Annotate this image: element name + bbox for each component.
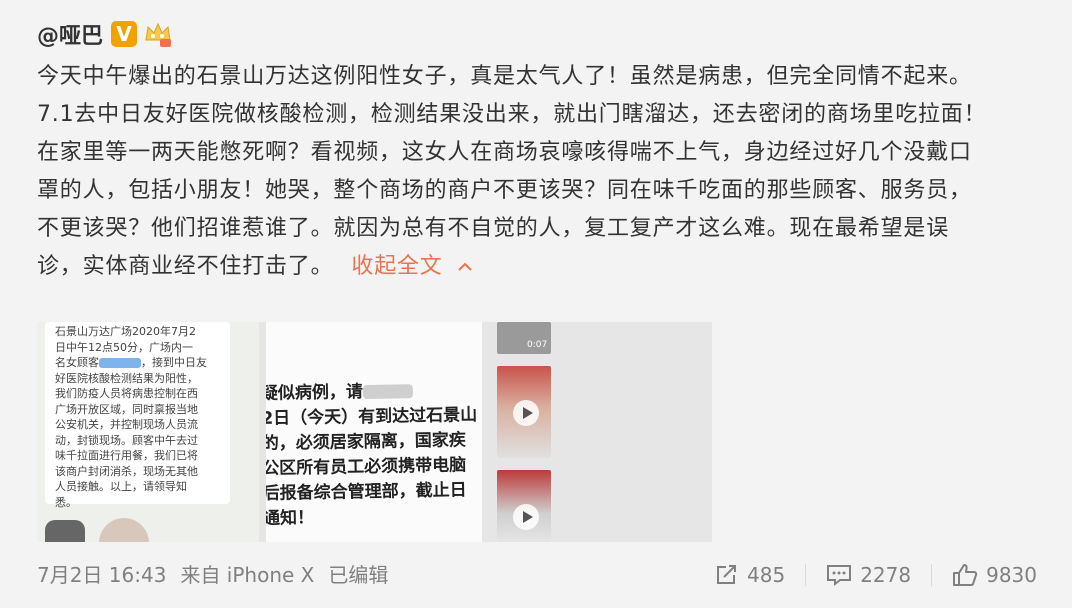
repost-count: 485 [747, 563, 786, 587]
photo-fragment [45, 520, 85, 542]
image-gallery: 石景山万达广场2020年7月2 日中午12点50分，广场内一 名女顾客 ，接到中日… [37, 322, 712, 542]
memo-line: 2日（今天）有到达过石景山 [266, 405, 478, 429]
post-line: 在家里等一两天能憋死啊？看视频，这女人在商场哀嚎咳得喘不上气，身边经过好几个没戴… [37, 140, 972, 165]
memo-line: 疑似病例，请 [266, 378, 477, 407]
post-line: 不更该哭？他们招谁惹谁了。就因为总有不自觉的人，复工复产才这么难。现在最希望是误 [37, 216, 950, 241]
video-duration: 0:07 [527, 340, 548, 350]
notice-line: 名女顾客 ，接到中日友 [55, 355, 220, 371]
notice-line: 石景山万达广场2020年7月2 [55, 325, 196, 338]
play-icon[interactable] [513, 400, 539, 426]
post-line: 7.1去中日友好医院做核酸检测，检测结果没出来，就出门瞎溜达，还去密闭的商场里吃… [37, 102, 987, 127]
post-meta: 7月2日 16:43 来自 iPhone X 已编辑 [37, 558, 402, 592]
memo-line: 通知！ [266, 507, 315, 529]
memo-line: 后报备综合管理部，截止日 [266, 480, 467, 504]
notice-line: 广场开放区域，同时禀报当地 [55, 402, 198, 416]
like-count: 9830 [986, 563, 1037, 587]
notice-line: 日中午12点50分，广场内一 [55, 340, 193, 354]
notice-line: 该商户封闭消杀，现场无其他 [55, 464, 198, 478]
thumbs-up-icon [953, 564, 978, 586]
gallery-image-memo[interactable]: 疑似病例，请 2日（今天）有到达过石景山 的，必须居家隔离，国家疾 公区所有员工必须携… [266, 322, 482, 542]
post-header: @哑巴 V [37, 14, 173, 54]
comment-button[interactable]: 2278 [805, 563, 931, 587]
notice-line: 公安机关，并控制现场人员流 [55, 418, 198, 431]
notice-document: 石景山万达广场2020年7月2 日中午12点50分，广场内一 名女顾客 ，接到中日… [45, 322, 230, 509]
memo-text: 疑似病例，请 2日（今天）有到达过石景山 的，必须居家隔离，国家疾 公区所有员工必须携… [266, 378, 479, 532]
collapse-label: 收起全文 [351, 254, 443, 279]
post-source: 来自 iPhone X [180, 563, 315, 587]
post-line: 诊，实体商业经不住打击了。 收起全文 [37, 248, 1037, 286]
collapse-text-link[interactable]: 收起全文 [351, 254, 474, 279]
chevron-up-icon [458, 262, 473, 271]
post-line: 罩的人，包括小朋友！她哭，整个商场的商户不更该哭？同在味千吃面的那些顾客、服务员… [37, 178, 972, 203]
play-icon[interactable] [513, 504, 539, 530]
redaction-blur [362, 384, 414, 400]
repost-button[interactable]: 485 [695, 563, 805, 587]
video-thumbnail[interactable]: 0:07 [497, 322, 551, 354]
post-line: 今天中午爆出的石景山万达这例阳性女子，真是太气人了！虽然是病患，但完全同情不起来… [37, 64, 972, 89]
crown-member-icon [145, 22, 172, 47]
post-last-line: 诊，实体商业经不住打击了。 [37, 254, 334, 279]
notice-line-part: 名女顾客 [55, 356, 99, 369]
notice-line: 悉。 [55, 495, 77, 509]
post-body: 今天中午爆出的石景山万达这例阳性女子，真是太气人了！虽然是病患，但完全同情不起来… [37, 58, 1037, 286]
comment-count: 2278 [860, 563, 912, 587]
username-link[interactable]: @哑巴 [37, 18, 103, 50]
memo-line: 公区所有员工必须携带电脑 [266, 455, 467, 479]
gallery-image-notice[interactable]: 石景山万达广场2020年7月2 日中午12点50分，广场内一 名女顾客 ，接到中日… [37, 322, 259, 542]
notice-line-part: ，接到中日友 [141, 356, 207, 369]
redaction-blur [99, 358, 141, 368]
photo-fragment [99, 518, 149, 542]
comment-icon [827, 565, 852, 586]
notice-line: 好医院核酸检测结果为阳性， [55, 371, 198, 385]
edited-label[interactable]: 已编辑 [328, 563, 388, 587]
weibo-post-card: @哑巴 V 今天中午爆出的石景山万达这例阳性女子，真是太气人了！虽然是病患，但完… [0, 0, 1072, 608]
memo-line-part: 疑似病例，请 [266, 382, 364, 404]
video-thumbnail[interactable] [497, 366, 551, 458]
notice-line: 人员接触。以上，请领导知 [55, 480, 187, 493]
like-button[interactable]: 9830 [931, 563, 1037, 587]
verified-badge-icon: V [111, 21, 138, 47]
gallery-video-column: 0:07 [489, 322, 711, 542]
repost-icon [717, 565, 736, 584]
video-thumbnail[interactable] [497, 470, 551, 542]
notice-line: 味千拉面进行用餐，我们已将 [55, 449, 198, 462]
post-timestamp-link[interactable]: 7月2日 16:43 [37, 563, 166, 587]
notice-line: 我们防疫人员将病患控制在西 [55, 387, 198, 400]
memo-line: 的，必须居家隔离，国家疾 [266, 430, 466, 454]
notice-line: 动，封锁现场。顾客中午去过 [55, 433, 198, 447]
post-footer: 7月2日 16:43 来自 iPhone X 已编辑 485 2278 9830 [37, 558, 1037, 592]
post-actions: 485 2278 9830 [695, 558, 1037, 592]
